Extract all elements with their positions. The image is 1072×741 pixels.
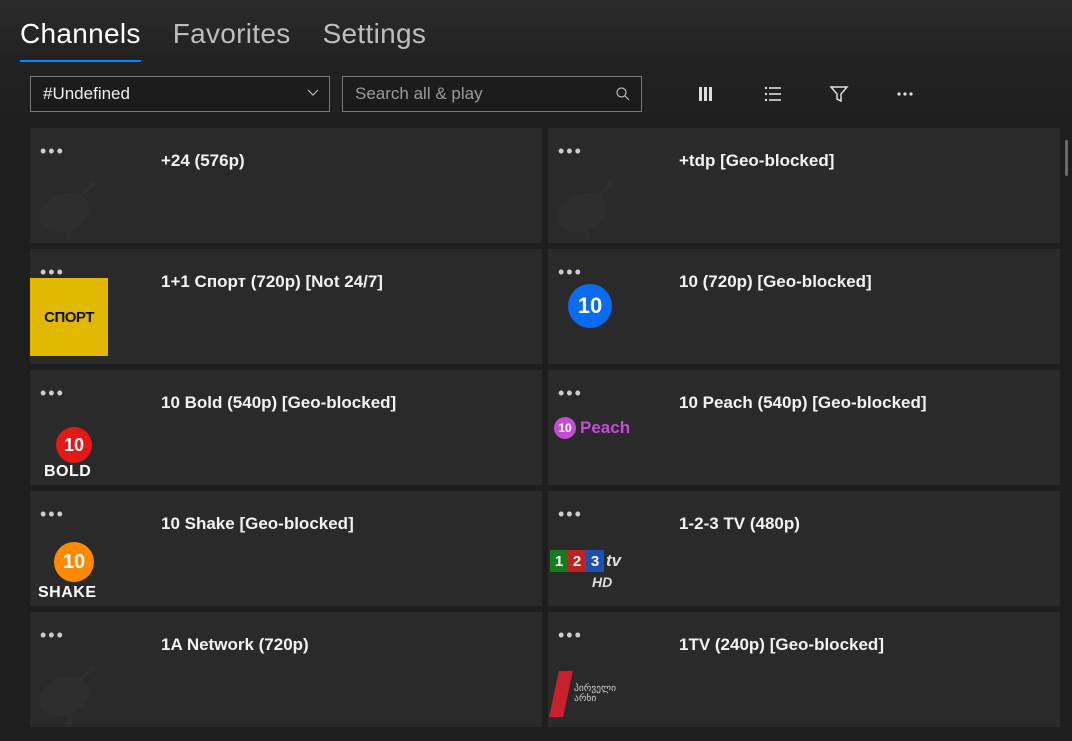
channel-thumb: ••• bbox=[548, 136, 634, 235]
channel-card[interactable]: •••СПОРТ1+1 Спорт (720p) [Not 24/7] bbox=[30, 249, 542, 364]
card-more-icon[interactable]: ••• bbox=[558, 626, 583, 644]
channel-title: 10 (720p) [Geo-blocked] bbox=[634, 257, 872, 293]
card-more-icon[interactable]: ••• bbox=[40, 384, 65, 402]
dropdown-value: #Undefined bbox=[43, 84, 130, 104]
card-more-icon[interactable]: ••• bbox=[558, 505, 583, 523]
channel-title: +24 (576p) bbox=[116, 136, 245, 172]
channel-title: 10 Peach (540p) [Geo-blocked] bbox=[634, 378, 927, 414]
search-input[interactable] bbox=[355, 84, 615, 104]
channel-card[interactable]: •••1010 (720p) [Geo-blocked] bbox=[548, 249, 1060, 364]
tab-settings[interactable]: Settings bbox=[323, 18, 427, 60]
category-dropdown[interactable]: #Undefined bbox=[30, 76, 330, 112]
list-view-icon[interactable] bbox=[762, 83, 784, 105]
channel-card[interactable]: ••• 1A Network (720p) bbox=[30, 612, 542, 727]
tab-channels[interactable]: Channels bbox=[20, 18, 141, 62]
chevron-down-icon bbox=[307, 87, 319, 102]
scrollbar[interactable] bbox=[1065, 140, 1068, 176]
filter-icon[interactable] bbox=[828, 83, 850, 105]
card-more-icon[interactable]: ••• bbox=[40, 505, 65, 523]
search-box[interactable] bbox=[342, 76, 642, 112]
channel-card[interactable]: •••10Peach10 Peach (540p) [Geo-blocked] bbox=[548, 370, 1060, 485]
channel-title: 1+1 Спорт (720p) [Not 24/7] bbox=[116, 257, 383, 293]
channel-card[interactable]: •••პირველიარხი1TV (240p) [Geo-blocked] bbox=[548, 612, 1060, 727]
card-more-icon[interactable]: ••• bbox=[558, 142, 583, 160]
channel-thumb: •••პირველიარხი bbox=[548, 620, 634, 719]
search-icon bbox=[615, 86, 631, 102]
channel-title: +tdp [Geo-blocked] bbox=[634, 136, 834, 172]
toolbar: #Undefined bbox=[0, 62, 1072, 128]
nav-tabs: Channels Favorites Settings bbox=[0, 0, 1072, 62]
channel-card[interactable]: ••• +tdp [Geo-blocked] bbox=[548, 128, 1060, 243]
card-more-icon[interactable]: ••• bbox=[40, 626, 65, 644]
channel-title: 1A Network (720p) bbox=[116, 620, 309, 656]
channel-thumb: •••СПОРТ bbox=[30, 257, 116, 356]
channel-thumb: •••10Peach bbox=[548, 378, 634, 477]
channel-grid: ••• +24 (576p) ••• +tdp [Geo-blocked] •••СПО… bbox=[30, 128, 1060, 727]
card-more-icon[interactable]: ••• bbox=[558, 263, 583, 281]
channel-title: 1-2-3 TV (480p) bbox=[634, 499, 800, 535]
channel-thumb: ••• bbox=[30, 136, 116, 235]
columns-view-icon[interactable] bbox=[696, 83, 718, 105]
channel-thumb: •••10 bbox=[548, 257, 634, 356]
channel-card[interactable]: •••10BOLD10 Bold (540p) [Geo-blocked] bbox=[30, 370, 542, 485]
channel-title: 10 Shake [Geo-blocked] bbox=[116, 499, 354, 535]
more-icon[interactable] bbox=[894, 83, 916, 105]
channel-card[interactable]: ••• +24 (576p) bbox=[30, 128, 542, 243]
channel-thumb: ••• bbox=[30, 620, 116, 719]
channel-card[interactable]: •••123tvHD1-2-3 TV (480p) bbox=[548, 491, 1060, 606]
channel-thumb: •••10SHAKE bbox=[30, 499, 116, 598]
card-more-icon[interactable]: ••• bbox=[558, 384, 583, 402]
channel-thumb: •••123tvHD bbox=[548, 499, 634, 598]
channel-title: 10 Bold (540p) [Geo-blocked] bbox=[116, 378, 396, 414]
channel-title: 1TV (240p) [Geo-blocked] bbox=[634, 620, 884, 656]
tab-favorites[interactable]: Favorites bbox=[173, 18, 291, 60]
channel-thumb: •••10BOLD bbox=[30, 378, 116, 477]
view-tools bbox=[696, 83, 916, 105]
card-more-icon[interactable]: ••• bbox=[40, 142, 65, 160]
channel-card[interactable]: •••10SHAKE10 Shake [Geo-blocked] bbox=[30, 491, 542, 606]
